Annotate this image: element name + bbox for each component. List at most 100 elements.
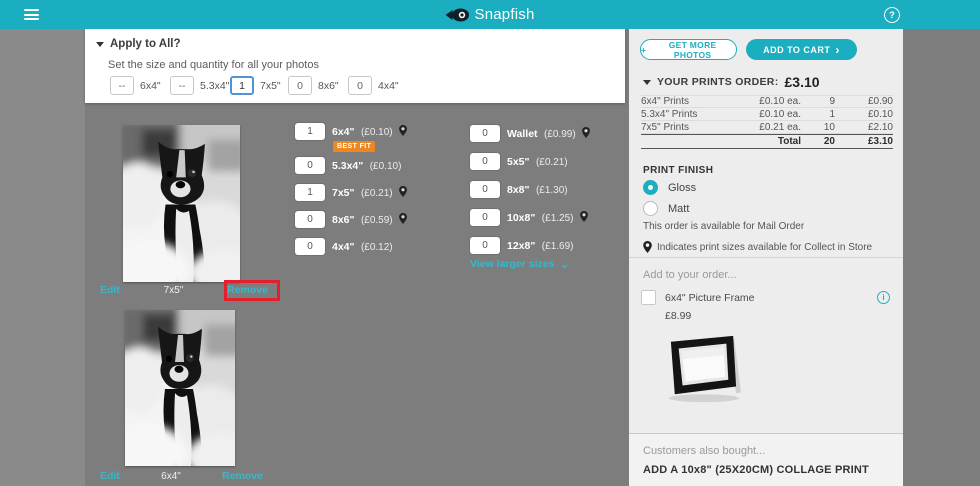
size-price: (£0.10) (370, 161, 402, 172)
info-icon[interactable]: i (877, 291, 890, 304)
size-name: 8x8" (507, 184, 530, 196)
size-option-6x4: 6x4" (£0.10) (295, 122, 407, 140)
radio-selected-icon (643, 180, 658, 195)
size-option-7x5: 7x5" (£0.21) (295, 183, 407, 201)
order-row: 6x4" Prints £0.10 ea. 9 £0.90 (641, 95, 893, 108)
section-divider (629, 257, 903, 258)
location-pin-icon (582, 127, 590, 138)
apply-qty-input-8x6[interactable] (288, 76, 312, 95)
size-price: (£0.99) (544, 129, 576, 140)
dog-photo (123, 125, 240, 282)
size-name: 5x5" (507, 156, 530, 168)
location-pin-icon (643, 241, 652, 253)
edit-link-photo-2[interactable]: Edit (100, 470, 120, 482)
sidebar-buttons: + GET MORE PHOTOS ADD TO CART › (640, 39, 857, 60)
apply-to-all-toggle[interactable]: Apply to All? (96, 38, 180, 50)
size-name: 8x6" (332, 214, 355, 226)
matt-radio-option[interactable]: Matt (643, 201, 689, 216)
size-price: (£1.30) (536, 185, 568, 196)
qty-input-7x5[interactable] (295, 184, 325, 201)
dog-photo (125, 310, 235, 466)
qty-input-12x8[interactable] (470, 237, 500, 254)
order-row: 5.3x4" Prints £0.10 ea. 1 £0.10 (641, 108, 893, 121)
photo-thumbnail-2[interactable] (125, 310, 235, 466)
order-title: YOUR PRINTS ORDER: (657, 76, 779, 88)
qty-input-5.3x4[interactable] (295, 157, 325, 174)
apply-size-label: 4x4" (378, 80, 399, 92)
qty-input-8x8[interactable] (470, 181, 500, 198)
qty-input-10x8[interactable] (470, 209, 500, 226)
apply-size-label: 5.3x4" (200, 80, 229, 92)
apply-field-7x5: 7x5" (230, 76, 288, 95)
apply-to-all-panel: Apply to All? Set the size and quantity … (85, 29, 625, 103)
addon-item-row: 6x4" Picture Frame (641, 290, 755, 305)
location-pin-icon (399, 186, 407, 197)
apply-field-6x4: 6x4" (110, 76, 170, 95)
photo-2-actions: Edit 6x4" Remove (100, 470, 263, 482)
size-name: 5.3x4" (332, 160, 363, 172)
photo-thumbnail-1[interactable] (123, 125, 240, 282)
size-option-wallet: Wallet (£0.99) (470, 124, 590, 142)
apply-size-label: 8x6" (318, 80, 339, 92)
collect-in-store-note: Indicates print sizes available for Coll… (643, 241, 872, 253)
size-name: 10x8" (507, 212, 535, 224)
apply-qty-input-5.3x4[interactable] (170, 76, 194, 95)
qty-input-wallet[interactable] (470, 125, 500, 142)
apply-qty-input-6x4[interactable] (110, 76, 134, 95)
size-name: Wallet (507, 128, 538, 140)
remove-link-photo-2[interactable]: Remove (222, 470, 263, 482)
add-to-cart-button[interactable]: ADD TO CART › (746, 39, 857, 60)
location-pin-icon (399, 125, 407, 136)
get-more-photos-button[interactable]: + GET MORE PHOTOS (640, 39, 737, 60)
snapfish-logo[interactable]: Snapfish (446, 0, 535, 29)
size-price: (£0.21) (361, 188, 393, 199)
order-summary-table: 6x4" Prints £0.10 ea. 9 £0.90 5.3x4" Pri… (641, 95, 893, 149)
order-total-row: Total 20 £3.10 (641, 134, 893, 149)
apply-size-label: 7x5" (260, 80, 281, 92)
apply-to-all-fields: 6x4" 5.3x4" 7x5" 8x6" 4x4" (110, 76, 408, 95)
size-price: (£1.69) (542, 241, 574, 252)
edit-link-photo-1[interactable]: Edit (100, 284, 120, 296)
size-price: (£0.12) (361, 242, 393, 253)
brand-name: Snapfish (475, 6, 535, 23)
apply-qty-input-7x5[interactable] (230, 76, 254, 95)
apply-field-4x4: 4x4" (348, 76, 408, 95)
view-larger-sizes-link[interactable]: View larger sizes ⌄ (470, 258, 570, 270)
size-option-8x6: 8x6" (£0.59) (295, 210, 407, 228)
photo-1-size-label: 7x5" (164, 285, 184, 296)
print-finish-title: PRINT FINISH (643, 165, 713, 176)
qty-input-4x4[interactable] (295, 238, 325, 255)
qty-input-6x4[interactable] (295, 123, 325, 140)
hamburger-menu-icon[interactable] (24, 9, 39, 23)
collapse-arrow-icon (96, 42, 104, 47)
size-name: 12x8" (507, 240, 535, 252)
size-price: (£1.25) (542, 213, 574, 224)
remove-link-photo-1[interactable]: Remove (227, 284, 268, 296)
size-price: (£0.21) (536, 157, 568, 168)
size-price: (£0.10) (361, 127, 393, 138)
left-gutter (0, 29, 85, 486)
help-icon[interactable]: ? (884, 7, 900, 23)
also-bought-item[interactable]: ADD A 10x8" (25X20CM) COLLAGE PRINT (643, 464, 889, 476)
also-bought-title: Customers also bought... (643, 445, 889, 457)
qty-input-5x5[interactable] (470, 153, 500, 170)
view-larger-sizes-label: View larger sizes (470, 258, 554, 270)
size-option-8x8: 8x8" (£1.30) (470, 180, 568, 198)
size-name: 7x5" (332, 187, 355, 199)
customers-also-bought-section: Customers also bought... ADD A 10x8" (25… (629, 433, 903, 486)
apply-field-8x6: 8x6" (288, 76, 348, 95)
picture-frame-checkbox[interactable] (641, 290, 656, 305)
your-prints-order-toggle[interactable]: YOUR PRINTS ORDER: £3.10 (643, 74, 820, 90)
size-option-12x8: 12x8" (£1.69) (470, 236, 573, 254)
size-option-4x4: 4x4" (£0.12) (295, 237, 393, 255)
location-pin-icon (399, 213, 407, 224)
top-navbar: Snapfish ? (0, 0, 980, 29)
addon-item-price: £8.99 (665, 310, 691, 322)
size-name: 4x4" (332, 241, 355, 253)
qty-input-8x6[interactable] (295, 211, 325, 228)
apply-to-all-subtitle: Set the size and quantity for all your p… (108, 59, 319, 71)
chevron-right-icon: › (835, 45, 840, 55)
apply-qty-input-4x4[interactable] (348, 76, 372, 95)
chevron-down-icon: ⌄ (559, 260, 569, 268)
gloss-radio-option[interactable]: Gloss (643, 180, 696, 195)
